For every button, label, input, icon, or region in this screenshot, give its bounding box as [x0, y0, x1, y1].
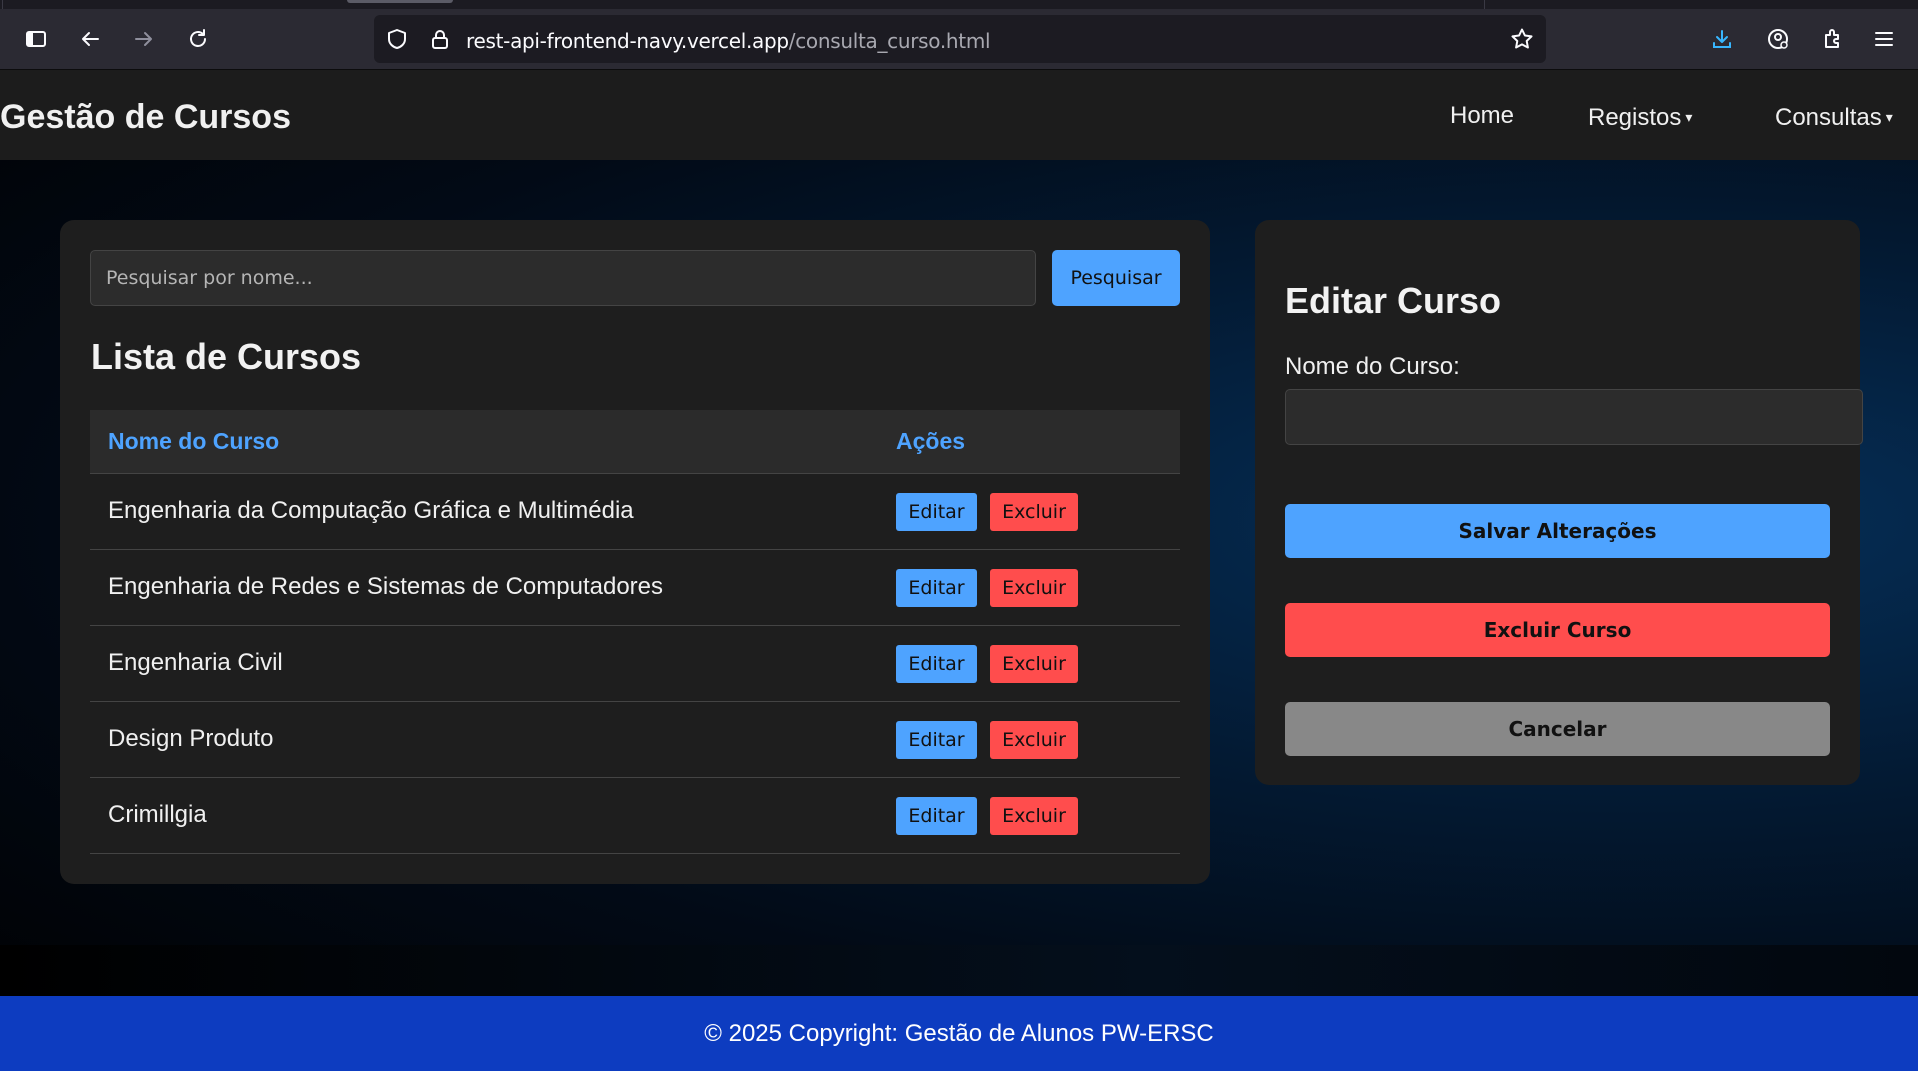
footer-copyright: © 2025 Copyright: Gestão de Alunos PW-ER… — [704, 1020, 1214, 1047]
column-header-name: Nome do Curso — [108, 428, 280, 454]
course-name-field[interactable] — [1285, 389, 1863, 445]
download-icon[interactable] — [1706, 23, 1738, 55]
navbar: Gestão de Cursos Home Registos ▾ Consulta… — [0, 70, 1918, 160]
footer-gap — [0, 945, 1918, 996]
url-text[interactable]: rest-api-frontend-navy.vercel.app/consul… — [466, 29, 991, 53]
nav-home[interactable]: Home — [1450, 102, 1514, 130]
delete-button[interactable]: Excluir — [990, 569, 1078, 607]
course-name-label: Nome do Curso: — [1285, 353, 1460, 380]
shield-icon[interactable] — [386, 28, 408, 50]
course-name: Engenharia da Computação Gráfica e Multi… — [108, 497, 634, 524]
extensions-icon[interactable] — [1816, 23, 1848, 55]
edit-course-card: Editar Curso Nome do Curso: Salvar Alter… — [1255, 220, 1863, 785]
tab-divider — [2, 0, 3, 9]
tab-strip — [0, 0, 1918, 9]
url-path: /consulta_curso.html — [788, 29, 991, 53]
edit-button[interactable]: Editar — [896, 721, 977, 759]
delete-button[interactable]: Excluir — [990, 797, 1078, 835]
chevron-down-icon: ▾ — [1885, 109, 1893, 125]
table-header: Nome do Curso Ações — [90, 410, 1180, 474]
courses-table: Nome do Curso Ações Engenharia da Comput… — [90, 410, 1180, 854]
nav-home-label: Home — [1450, 102, 1515, 129]
edit-button[interactable]: Editar — [896, 493, 977, 531]
sidebar-icon[interactable] — [20, 23, 52, 55]
table-row: Engenharia Civil Editar Excluir — [90, 626, 1180, 702]
delete-button[interactable]: Excluir — [990, 721, 1078, 759]
edit-button[interactable]: Editar — [896, 797, 977, 835]
table-row: Engenharia de Redes e Sistemas de Comput… — [90, 550, 1180, 626]
star-icon[interactable] — [1510, 27, 1534, 51]
forward-icon[interactable] — [128, 23, 160, 55]
table-row: Engenharia da Computação Gráfica e Multi… — [90, 474, 1180, 550]
search-input[interactable] — [90, 250, 1036, 306]
delete-course-button[interactable]: Excluir Curso — [1285, 603, 1830, 657]
active-tab-indicator[interactable] — [347, 0, 453, 3]
course-name: Crimillgia — [108, 801, 207, 828]
nav-consultas-label: Consultas — [1775, 104, 1882, 131]
column-header-actions: Ações — [896, 428, 966, 454]
save-button[interactable]: Salvar Alterações — [1285, 504, 1830, 558]
account-icon[interactable] — [1762, 23, 1794, 55]
menu-icon[interactable] — [1868, 23, 1900, 55]
url-host: rest-api-frontend-navy.vercel.app — [466, 29, 789, 53]
chevron-down-icon: ▾ — [1685, 109, 1693, 125]
reload-icon[interactable] — [182, 23, 214, 55]
course-name: Engenharia Civil — [108, 649, 283, 676]
footer: © 2025 Copyright: Gestão de Alunos PW-ER… — [0, 996, 1918, 1071]
tab-divider — [1484, 0, 1485, 9]
nav-registos-label: Registos — [1588, 104, 1682, 131]
edit-title: Editar Curso — [1285, 280, 1502, 321]
course-list-card: Pesquisar Lista de Cursos Nome do Curso … — [60, 220, 1210, 884]
table-row: Design Produto Editar Excluir — [90, 702, 1180, 778]
edit-button[interactable]: Editar — [896, 569, 977, 607]
edit-button[interactable]: Editar — [896, 645, 977, 683]
nav-registos[interactable]: Registos ▾ — [1588, 104, 1692, 132]
back-icon[interactable] — [74, 23, 106, 55]
course-name: Design Produto — [108, 725, 274, 752]
search-button[interactable]: Pesquisar — [1052, 250, 1180, 306]
nav-consultas[interactable]: Consultas ▾ — [1775, 104, 1893, 132]
delete-button[interactable]: Excluir — [990, 493, 1078, 531]
page: Gestão de Cursos Home Registos ▾ Consulta… — [0, 70, 1918, 1071]
delete-button[interactable]: Excluir — [990, 645, 1078, 683]
browser-toolbar: rest-api-frontend-navy.vercel.app/consul… — [0, 9, 1918, 70]
course-name: Engenharia de Redes e Sistemas de Comput… — [108, 573, 663, 600]
address-bar[interactable]: rest-api-frontend-navy.vercel.app/consul… — [374, 15, 1546, 63]
table-row: Crimillgia Editar Excluir — [90, 778, 1180, 854]
lock-icon[interactable] — [429, 28, 451, 50]
cancel-button[interactable]: Cancelar — [1285, 702, 1830, 756]
list-title: Lista de Cursos — [91, 336, 362, 377]
brand-title[interactable]: Gestão de Cursos — [0, 98, 291, 137]
